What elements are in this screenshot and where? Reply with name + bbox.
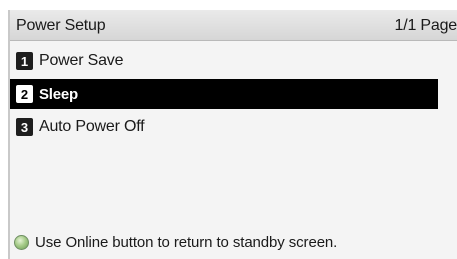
menu-number-badge: 1: [16, 52, 33, 70]
hint-text: Use Online button to return to standby s…: [35, 234, 338, 251]
menu-item-label: Auto Power Off: [39, 118, 145, 135]
power-setup-menu: 1 Power Save 2 Sleep 3 Auto Power Off: [10, 46, 457, 145]
printer-panel-screen: Power Setup 1/1 Page 1 Power Save 2 Slee…: [8, 10, 457, 259]
page-title: Power Setup: [16, 17, 106, 34]
menu-item-label: Power Save: [39, 52, 124, 69]
menu-item-sleep[interactable]: 2 Sleep: [10, 79, 438, 109]
menu-number-badge: 3: [16, 118, 33, 136]
status-hint: Use Online button to return to standby s…: [14, 234, 337, 251]
menu-item-power-save[interactable]: 1 Power Save: [10, 46, 457, 76]
title-bar: Power Setup 1/1 Page: [10, 10, 457, 41]
online-button-icon: [14, 235, 29, 250]
menu-number-badge: 2: [16, 85, 33, 103]
menu-item-label: Sleep: [39, 85, 79, 103]
page-indicator: 1/1 Page: [394, 17, 457, 34]
menu-item-auto-power-off[interactable]: 3 Auto Power Off: [10, 112, 457, 142]
